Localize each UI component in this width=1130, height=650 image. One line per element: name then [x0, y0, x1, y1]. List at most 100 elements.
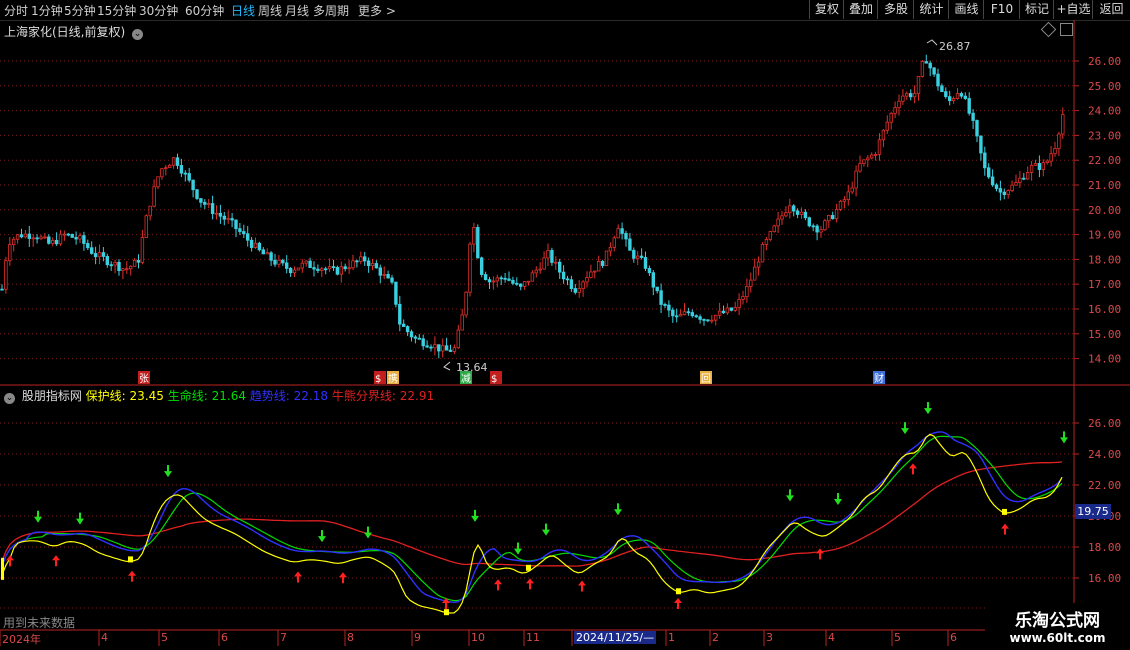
candle-body: [413, 336, 418, 339]
price-tick-label: 15.00: [1088, 328, 1121, 341]
candle-body: [4, 260, 8, 290]
cursor-price-box: 19.75: [1075, 504, 1111, 519]
candle-body: [753, 266, 757, 281]
candle-body: [675, 315, 679, 318]
candle-body: [897, 100, 901, 109]
candle-body: [511, 280, 515, 284]
candle-body: [741, 296, 745, 300]
candle-body: [491, 280, 496, 283]
candle-body: [160, 168, 164, 178]
candle-body: [690, 312, 694, 317]
candle-body: [382, 274, 386, 276]
candle-body: [515, 282, 519, 285]
candle-body: [210, 203, 215, 214]
candle-body: [694, 315, 698, 318]
candle-body: [54, 239, 59, 245]
price-tick-label: 26.00: [1088, 55, 1121, 68]
candle-body: [343, 266, 347, 270]
buy-arrow-head: [909, 463, 917, 469]
candle-body: [269, 252, 273, 261]
candle-body: [550, 249, 554, 263]
buy-arrow-head: [52, 555, 60, 561]
candle-body: [870, 154, 874, 159]
candle-body: [725, 307, 730, 314]
candle-body: [920, 61, 925, 77]
candle-body: [167, 164, 172, 169]
candle-body: [113, 261, 117, 266]
candle-body: [823, 220, 827, 231]
candle-body: [799, 211, 804, 215]
candle-body: [589, 271, 593, 278]
candle-body: [495, 277, 499, 282]
candle-body: [612, 237, 616, 248]
price-tick-label: 18.00: [1088, 253, 1121, 266]
candle-body: [444, 345, 449, 351]
candle-body: [565, 278, 570, 281]
chevron-down-icon[interactable]: ⌄: [132, 29, 144, 40]
candle-body: [998, 188, 1003, 193]
price-tick-label: 24.00: [1088, 105, 1121, 118]
sell-arrow-head: [1060, 437, 1068, 444]
candle-body: [187, 173, 191, 181]
candle-body: [768, 231, 772, 240]
candle-body: [440, 345, 445, 352]
candle-body: [206, 203, 211, 205]
chevron-down-icon[interactable]: ⌄: [4, 393, 15, 404]
maximize-icon[interactable]: [1060, 23, 1073, 36]
price-tick-label: 16.00: [1088, 303, 1121, 316]
candle-body: [671, 309, 675, 317]
candle-body: [519, 283, 523, 287]
candle-body: [788, 205, 792, 214]
candle-body: [70, 233, 74, 238]
candle-body: [19, 234, 24, 238]
candle-body: [663, 304, 667, 306]
sell-arrow-head: [164, 471, 172, 478]
candle-body: [405, 326, 410, 333]
x-axis-label: 7: [280, 631, 287, 644]
buy-arrow-head: [1001, 523, 1009, 529]
price-tick-label: 14.00: [1088, 353, 1121, 366]
candle-body: [901, 95, 905, 102]
candle-body: [366, 260, 371, 267]
candle-body: [238, 228, 242, 232]
candle-body: [456, 329, 460, 349]
candle-body: [1033, 163, 1038, 166]
protect-line-label: 保护线:: [85, 389, 126, 403]
candle-body: [846, 191, 850, 201]
price-tick-label: 22.00: [1088, 154, 1121, 167]
candle-body: [1029, 164, 1034, 173]
candle-body: [433, 344, 437, 349]
signal-dot: [444, 609, 449, 616]
candle-body: [43, 236, 47, 239]
candle-body: [23, 233, 28, 238]
candle-body: [628, 238, 632, 251]
candle-body: [370, 263, 375, 267]
candle-body: [234, 219, 238, 230]
candle-body: [772, 225, 776, 232]
candle-body: [717, 310, 722, 316]
candle-body: [320, 268, 324, 271]
candle-body: [109, 264, 113, 267]
candle-body: [760, 244, 765, 263]
candle-body: [659, 290, 663, 305]
candle-body: [218, 212, 223, 217]
candle-body: [959, 93, 964, 97]
candle-body: [909, 93, 913, 98]
candle-body: [807, 217, 811, 227]
signal-bar: [1, 557, 4, 580]
price-tick-label: 25.00: [1088, 80, 1121, 93]
candle-body: [795, 210, 800, 215]
candle-body: [140, 237, 145, 263]
sell-arrow-head: [318, 536, 326, 543]
candle-body: [916, 76, 921, 94]
sell-arrow-head: [542, 529, 550, 536]
candle-body: [214, 212, 219, 215]
x-axis-label: 2: [712, 631, 719, 644]
candle-body: [62, 233, 67, 236]
future-data-note: 用到未来数据: [3, 616, 76, 630]
candle-body: [339, 266, 343, 275]
indicator-tick-label: 16.00: [1088, 572, 1121, 585]
candle-body: [245, 233, 250, 241]
candle-body: [417, 337, 421, 340]
chart-canvas[interactable]: 26.00 25.00 24.00 23.00 22.00 21.00 20.00 19.00…: [0, 0, 1130, 650]
